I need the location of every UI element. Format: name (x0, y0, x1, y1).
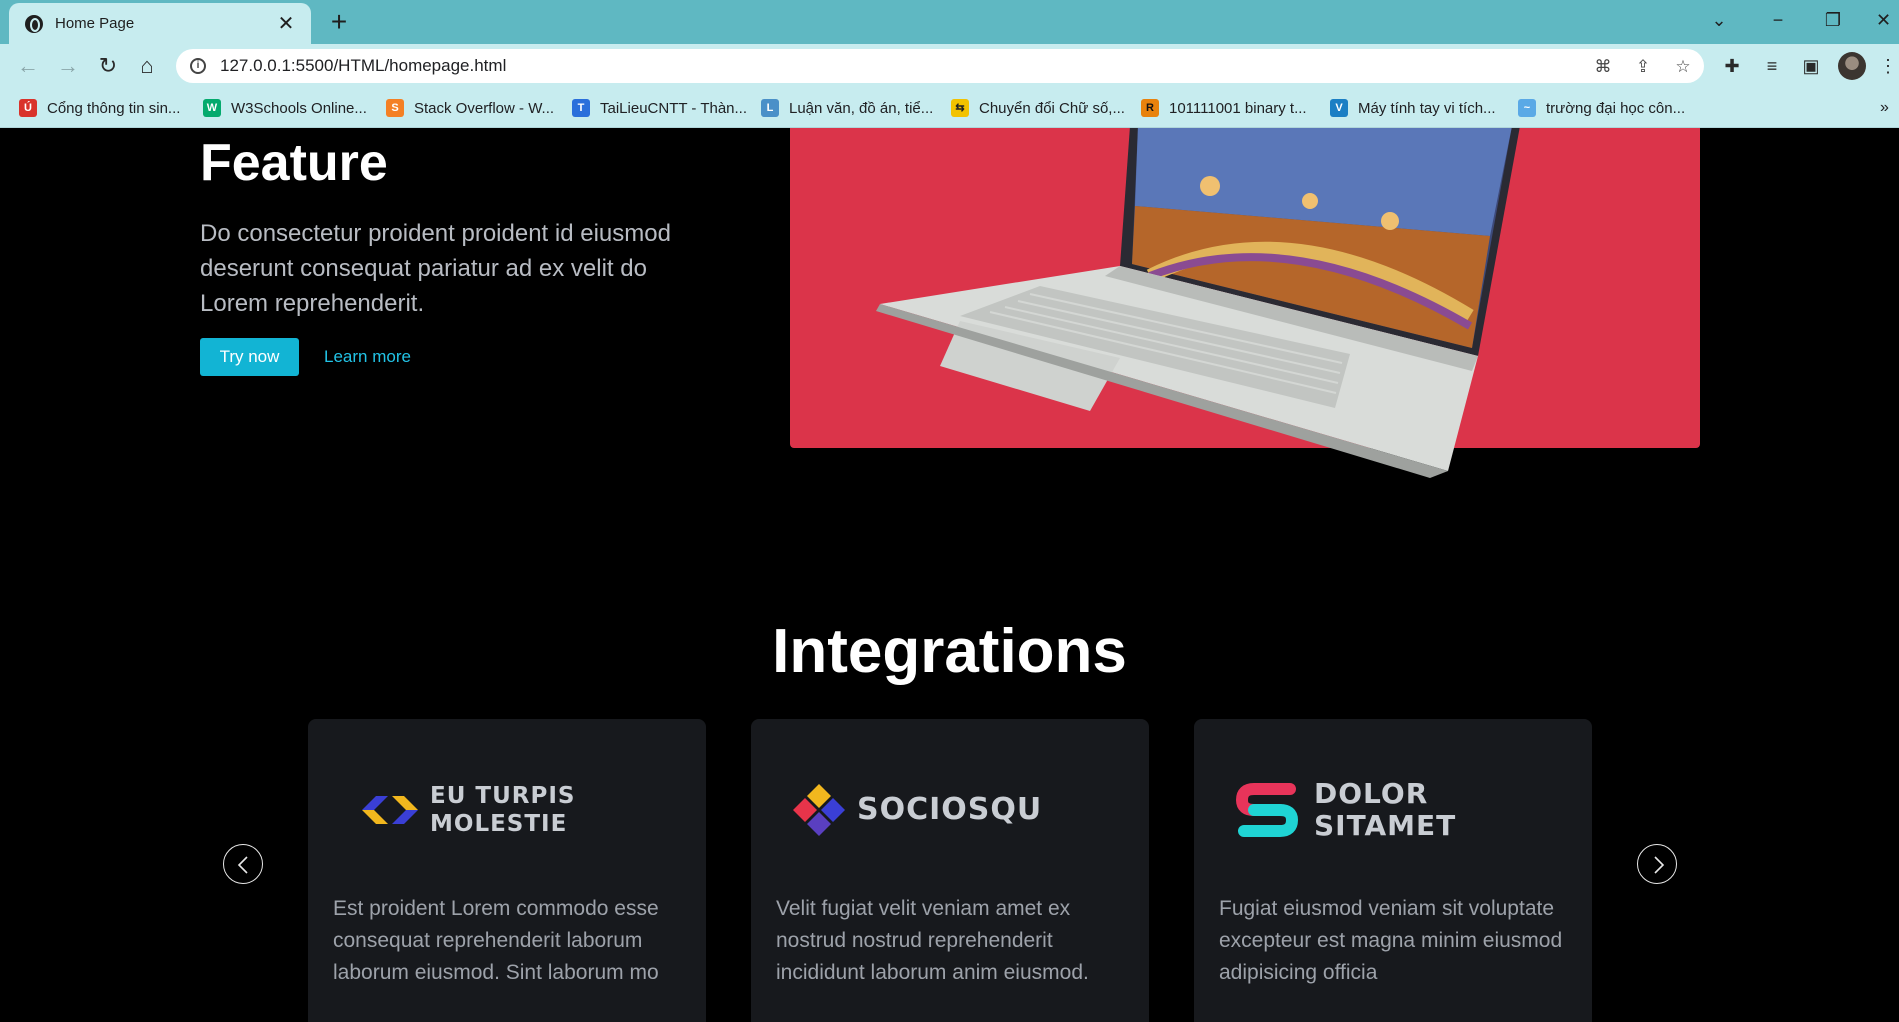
wave-icon: ~ (1518, 99, 1536, 117)
home-icon[interactable]: ⌂ (131, 50, 163, 82)
bookmark-item[interactable]: V Máy tính tay vi tích... (1330, 88, 1496, 128)
reload-icon[interactable]: ↻ (92, 50, 124, 82)
extensions-puzzle-icon[interactable]: ✚ (1718, 52, 1746, 80)
w3schools-icon: W (203, 99, 221, 117)
eu-turpis-logo-icon (362, 796, 418, 824)
hero-image (790, 128, 1700, 478)
bookmark-label: Luận văn, đồ án, tiể... (789, 99, 934, 117)
forward-arrow-icon[interactable]: → (52, 50, 84, 82)
feature-title: Feature (200, 134, 388, 192)
document-icon: L (761, 99, 779, 117)
feature-description: Do consectetur proident proident id eius… (200, 220, 671, 317)
bookmark-star-icon[interactable]: ☆ (1671, 55, 1695, 79)
converter-icon: ⇆ (951, 99, 969, 117)
learn-more-link[interactable]: Learn more (324, 338, 411, 376)
calculator-icon: V (1330, 99, 1348, 117)
browser-toolbar: ← → ↻ ⌂ i 127.0.0.1:5500/HTML/homepage.h… (0, 44, 1899, 88)
chevron-right-icon (1654, 856, 1665, 874)
globe-icon (25, 14, 43, 33)
url-text: 127.0.0.1:5500/HTML/homepage.html (220, 56, 507, 75)
address-bar[interactable]: i 127.0.0.1:5500/HTML/homepage.html ⌘ ⇪ … (176, 49, 1704, 83)
bookmark-label: TaiLieuCNTT - Thàn... (600, 99, 748, 117)
browser-tab-strip: Home Page ✕ + ⌄ − ❐ ✕ (0, 0, 1899, 44)
try-now-button[interactable]: Try now (200, 338, 299, 376)
bookmark-item[interactable]: ⇆ Chuyển đổi Chữ số,... (951, 88, 1125, 128)
site-info-icon[interactable]: i (190, 58, 206, 74)
bookmark-label: Stack Overflow - W... (414, 99, 555, 117)
more-bookmarks-chevron-icon[interactable]: » (1880, 88, 1889, 128)
carousel-next-button[interactable] (1637, 844, 1677, 884)
card-logo-line2: MOLESTIE (430, 811, 568, 837)
close-window-button[interactable]: ✕ (1868, 4, 1899, 36)
bookmark-item[interactable]: Ú Cổng thông tin sin... (19, 88, 180, 128)
minimize-button[interactable]: − (1758, 4, 1798, 36)
card-logo-line1: EU TURPIS (430, 783, 576, 809)
integrations-title: Integrations (772, 617, 1127, 686)
side-panel-icon[interactable]: ▣ (1797, 52, 1825, 80)
tab-search-icon[interactable]: ⌄ (1699, 4, 1739, 36)
restore-button[interactable]: ❐ (1813, 4, 1853, 36)
bookmark-item[interactable]: W W3Schools Online... (203, 88, 367, 128)
card-logo-line1: DOLOR (1314, 777, 1429, 810)
card-description: Est proident Lorem commodo esse consequa… (333, 897, 659, 984)
card-logo-line2: SITAMET (1314, 809, 1457, 842)
bookmark-item[interactable]: S Stack Overflow - W... (386, 88, 554, 128)
stackoverflow-icon: S (386, 99, 404, 117)
dolor-sitamet-logo-icon (1235, 783, 1299, 837)
translate-icon[interactable]: ⌘ (1591, 55, 1615, 79)
bookmark-item[interactable]: ~ trường đại học côn... (1518, 88, 1685, 128)
back-arrow-icon[interactable]: ← (12, 50, 44, 82)
university-icon: Ú (19, 99, 37, 117)
bookmark-item[interactable]: T TaiLieuCNTT - Thàn... (572, 88, 747, 128)
bookmark-label: trường đại học côn... (1546, 99, 1686, 117)
dolor-sitamet-logo: DOLOR SITAMET (1234, 775, 1456, 845)
r-letter-icon: R (1141, 99, 1159, 117)
integration-card[interactable]: SOCIOSQU Velit fugiat velit veniam amet … (751, 719, 1149, 1022)
bookmark-label: W3Schools Online... (231, 99, 367, 117)
menu-kebab-icon[interactable]: ⋮ (1878, 52, 1898, 80)
laptop-illustration (876, 128, 1520, 478)
bookmarks-bar: Ú Cổng thông tin sin... W W3Schools Online… (0, 88, 1899, 128)
bookmark-label: Máy tính tay vi tích... (1358, 99, 1496, 117)
card-description: Fugiat eiusmod veniam sit voluptate exce… (1219, 897, 1563, 984)
bookmark-item[interactable]: L Luận văn, đồ án, tiể... (761, 88, 933, 128)
carousel-prev-button[interactable] (223, 844, 263, 884)
tailieucntt-icon: T (572, 99, 590, 117)
share-icon[interactable]: ⇪ (1631, 55, 1655, 79)
media-control-icon[interactable]: ≡ (1758, 52, 1786, 80)
sociosqu-logo-icon (793, 784, 845, 836)
browser-tab[interactable]: Home Page ✕ (9, 3, 311, 44)
bookmark-label: 101111001 binary t... (1169, 99, 1307, 117)
card-logo-line1: SOCIOSQU (857, 792, 1043, 827)
new-tab-button[interactable]: + (322, 4, 356, 40)
page-content: Feature Do consectetur proident proident… (0, 128, 1899, 1022)
integration-card[interactable]: EU TURPIS MOLESTIE Est proident Lorem co… (308, 719, 706, 1022)
eu-turpis-logo: EU TURPIS MOLESTIE (358, 775, 575, 845)
tab-title: Home Page (55, 15, 135, 32)
bookmark-item[interactable]: R 101111001 binary t... (1141, 88, 1307, 128)
card-description: Velit fugiat velit veniam amet ex nostru… (776, 897, 1089, 984)
close-tab-icon[interactable]: ✕ (275, 11, 297, 36)
integration-card[interactable]: DOLOR SITAMET Fugiat eiusmod veniam sit … (1194, 719, 1592, 1022)
profile-avatar[interactable] (1838, 52, 1866, 80)
bookmark-label: Cổng thông tin sin... (47, 99, 181, 117)
sociosqu-logo: SOCIOSQU (791, 775, 1042, 845)
bookmark-label: Chuyển đổi Chữ số,... (979, 99, 1125, 117)
chevron-left-icon (237, 856, 248, 874)
